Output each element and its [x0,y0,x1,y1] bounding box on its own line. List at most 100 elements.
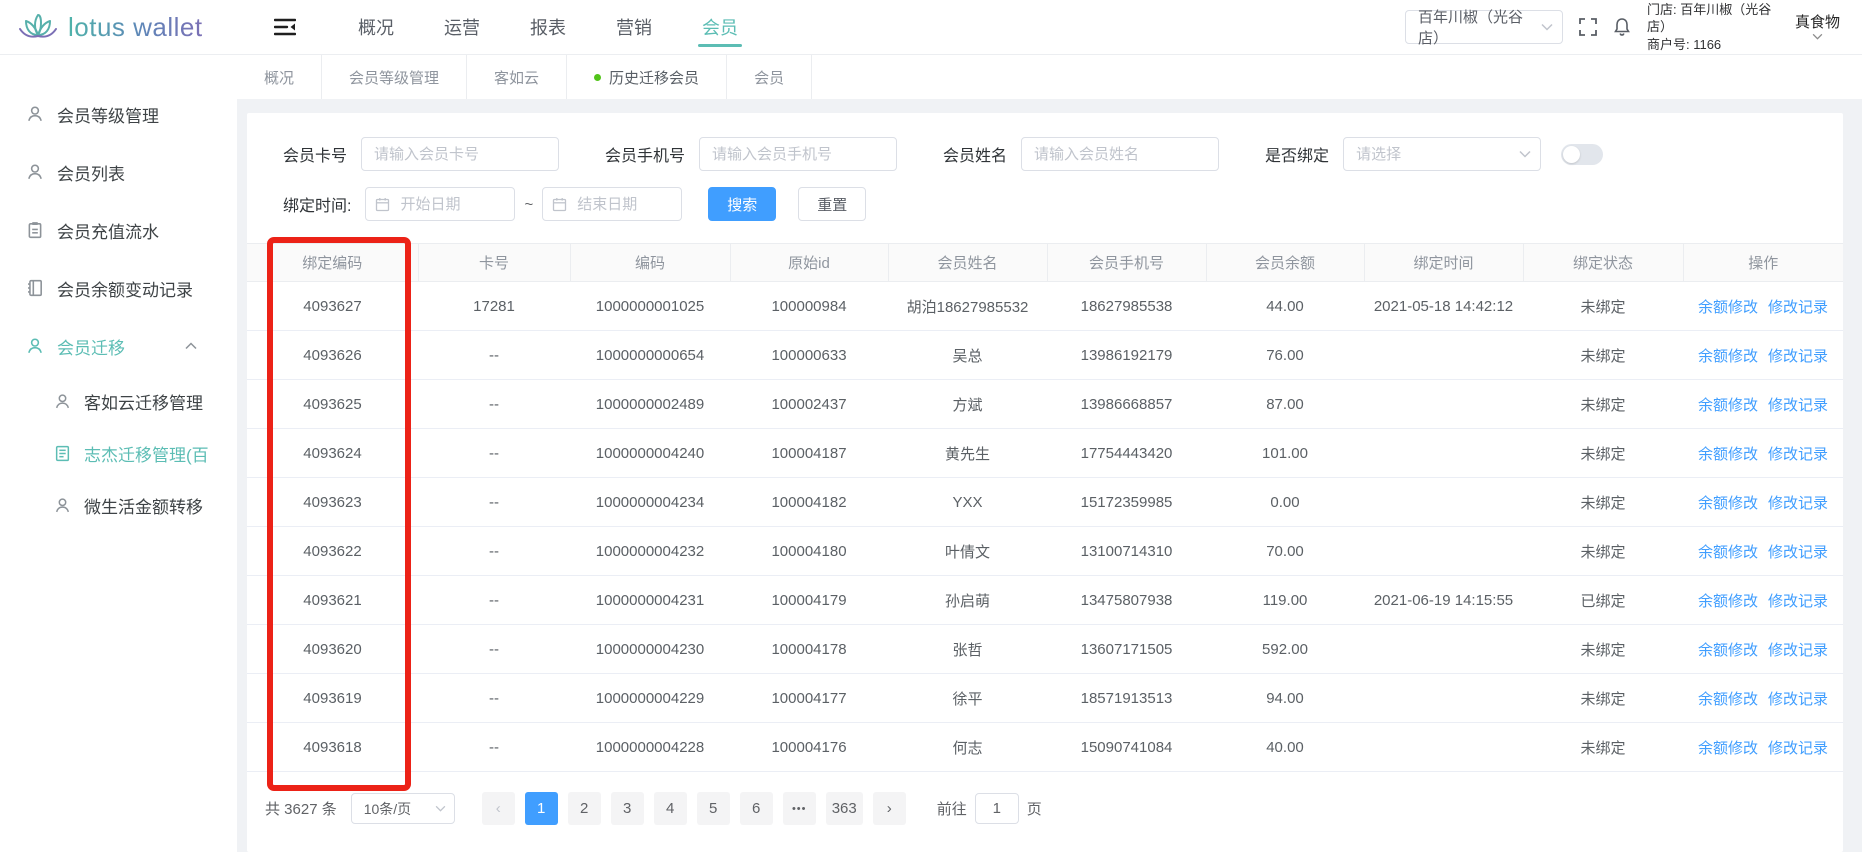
edit-record-link[interactable]: 修改记录 [1768,544,1828,561]
nav-reports[interactable]: 报表 [528,0,568,55]
page-button[interactable]: 6 [740,792,773,825]
balance-edit-link[interactable]: 余额修改 [1698,299,1758,316]
table-cell: 94.00 [1206,674,1364,723]
tab-keruyun[interactable]: 客如云 [467,55,567,99]
clipboard-icon [26,221,44,239]
edit-record-link[interactable]: 修改记录 [1768,691,1828,708]
nav-members[interactable]: 会员 [700,0,740,55]
nav-marketing[interactable]: 营销 [614,0,654,55]
edit-record-link[interactable]: 修改记录 [1768,495,1828,512]
table-cell: 1000000004229 [570,674,730,723]
sidebar-item-member-levels[interactable]: 会员等级管理 [0,85,237,143]
prev-page-button[interactable]: ‹ [482,792,515,825]
balance-edit-link[interactable]: 余额修改 [1698,691,1758,708]
end-date-input[interactable] [542,187,682,221]
row-actions: 余额修改修改记录 [1683,576,1843,625]
table-cell: 40.00 [1206,723,1364,772]
column-header: 操作 [1683,244,1843,282]
sidebar-item-weishenghuo-transfer[interactable]: 微生活金额转移 [0,479,237,531]
table-cell: 未绑定 [1523,478,1683,527]
page-button[interactable]: 3 [611,792,644,825]
page-button-active[interactable]: 1 [525,792,558,825]
table-cell: 黄先生 [888,429,1047,478]
balance-edit-link[interactable]: 余额修改 [1698,544,1758,561]
table-cell: YXX [888,478,1047,527]
table-cell: 叶倩文 [888,527,1047,576]
reset-button[interactable]: 重置 [798,187,866,221]
table-cell: 未绑定 [1523,625,1683,674]
goto-label: 前往 [937,798,967,819]
row-actions: 余额修改修改记录 [1683,429,1843,478]
next-page-button[interactable]: › [873,792,906,825]
column-header: 会员手机号 [1047,244,1206,282]
table-cell: 100004187 [730,429,888,478]
content-area: 概况 会员等级管理 客如云 历史迁移会员 会员 会员卡号 会员手机号 [237,55,1862,852]
table-cell: 70.00 [1206,527,1364,576]
table-cell: 1000000004231 [570,576,730,625]
edit-record-link[interactable]: 修改记录 [1768,446,1828,463]
sidebar-item-keruyun-migration[interactable]: 客如云迁移管理 [0,375,237,427]
fullscreen-icon[interactable] [1579,18,1597,36]
page-button[interactable]: 2 [568,792,601,825]
table-cell: 87.00 [1206,380,1364,429]
edit-record-link[interactable]: 修改记录 [1768,348,1828,365]
last-page-button[interactable]: 363 [826,792,863,825]
page-size-select[interactable]: 10条/页 [351,793,455,824]
nav-operations[interactable]: 运营 [442,0,482,55]
notification-bell-icon[interactable] [1613,17,1631,36]
app-logo: lotus wallet [18,11,246,43]
balance-edit-link[interactable]: 余额修改 [1698,593,1758,610]
edit-record-link[interactable]: 修改记录 [1768,740,1828,757]
page-button[interactable]: 5 [697,792,730,825]
table-cell: 100004178 [730,625,888,674]
start-date-input[interactable] [365,187,515,221]
card-number-input[interactable] [361,137,559,171]
sidebar-item-recharge-flow[interactable]: 会员充值流水 [0,201,237,259]
balance-edit-link[interactable]: 余额修改 [1698,495,1758,512]
table-cell: 4093626 [247,331,418,380]
table-cell: 17281 [418,282,570,331]
sidebar-item-balance-changes[interactable]: 会员余额变动记录 [0,259,237,317]
tab-member-levels[interactable]: 会员等级管理 [322,55,467,99]
tab-overview[interactable]: 概况 [237,55,322,99]
goto-page-input[interactable] [975,793,1019,824]
table-row: 4093618--1000000004228100004176何志1509074… [247,723,1843,772]
user-icon [26,105,44,123]
menu-collapse-icon[interactable] [274,18,296,36]
table-cell: 1000000001025 [570,282,730,331]
bind-status-select[interactable] [1343,137,1541,171]
account-menu[interactable]: 真食物 [1795,14,1840,40]
table-row: 4093622--1000000004232100004180叶倩文131007… [247,527,1843,576]
user-icon [26,337,44,355]
search-button[interactable]: 搜索 [708,187,776,221]
sidebar-item-member-migration[interactable]: 会员迁移 [0,317,237,375]
top-right-cluster: 百年川椒（光谷店） 门店: 百年川椒（光谷店） 商户号: 1166 真食物 [1405,1,1840,54]
table-cell: 100004180 [730,527,888,576]
balance-edit-link[interactable]: 余额修改 [1698,740,1758,757]
name-input[interactable] [1021,137,1219,171]
page-ellipsis[interactable]: ••• [783,792,816,825]
row-actions: 余额修改修改记录 [1683,380,1843,429]
balance-edit-link[interactable]: 余额修改 [1698,446,1758,463]
phone-label: 会员手机号 [605,142,685,166]
edit-record-link[interactable]: 修改记录 [1768,397,1828,414]
filter-toggle-switch[interactable] [1561,144,1603,165]
table-cell: 18571913513 [1047,674,1206,723]
chevron-up-icon [185,342,197,350]
balance-edit-link[interactable]: 余额修改 [1698,348,1758,365]
phone-input[interactable] [699,137,897,171]
members-table: 绑定编码卡号编码原始id会员姓名会员手机号会员余额绑定时间绑定状态操作 4093… [247,243,1843,772]
edit-record-link[interactable]: 修改记录 [1768,299,1828,316]
store-select[interactable]: 百年川椒（光谷店） [1405,10,1563,44]
sidebar-item-member-list[interactable]: 会员列表 [0,143,237,201]
edit-record-link[interactable]: 修改记录 [1768,642,1828,659]
tab-members[interactable]: 会员 [727,55,812,99]
balance-edit-link[interactable]: 余额修改 [1698,642,1758,659]
tab-history-migrated-members[interactable]: 历史迁移会员 [567,55,727,99]
edit-record-link[interactable]: 修改记录 [1768,593,1828,610]
page-button[interactable]: 4 [654,792,687,825]
balance-edit-link[interactable]: 余额修改 [1698,397,1758,414]
table-cell: 4093627 [247,282,418,331]
sidebar-item-zhijie-migration[interactable]: 志杰迁移管理(百 [0,427,237,479]
nav-overview[interactable]: 概况 [356,0,396,55]
